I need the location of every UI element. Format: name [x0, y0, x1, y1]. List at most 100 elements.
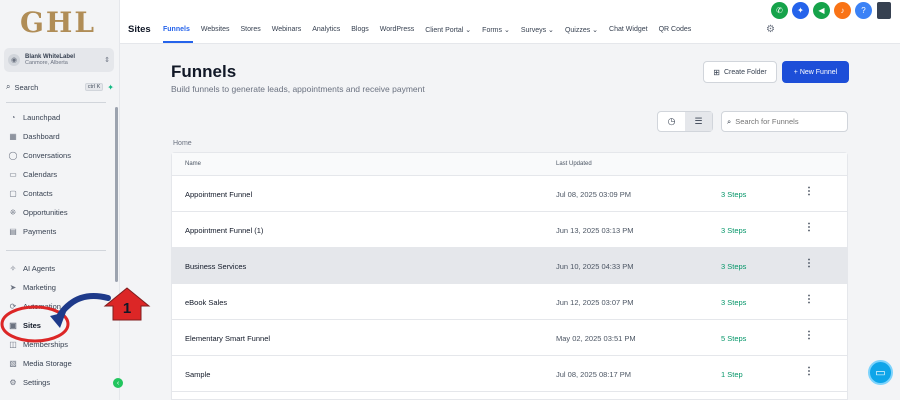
tab-chat-widget[interactable]: Chat Widget [609, 26, 648, 34]
funnel-name[interactable]: Appointment Funnel (1) [185, 226, 263, 235]
new-funnel-button[interactable]: + New Funnel [782, 61, 849, 83]
funnel-updated: May 02, 2025 03:51 PM [556, 334, 636, 343]
table-row[interactable]: eBook Sales Jun 12, 2025 03:07 PM 3 Step… [172, 284, 847, 320]
more-options-icon[interactable]: ⋮ [804, 186, 814, 197]
list-view-icon[interactable]: ☰ [685, 112, 712, 131]
sidebar-item-ai-agents[interactable]: ✧ AI Agents [8, 261, 55, 275]
sidebar-item-label: Conversations [23, 150, 71, 160]
sidebar-item-payments[interactable]: ▤ Payments [8, 224, 56, 238]
more-options-icon[interactable]: ⋮ [804, 222, 814, 233]
help-icon[interactable]: ? [855, 2, 872, 19]
brand-logo[interactable]: GHL [20, 6, 96, 39]
search-shortcut-badge: ctrl K [84, 83, 104, 91]
funnel-name[interactable]: Appointment Funnel [185, 190, 252, 199]
collapse-sidebar-icon[interactable]: ‹ [113, 378, 123, 388]
sidebar-item-sites[interactable]: ▣ Sites [8, 318, 41, 332]
user-avatar[interactable] [877, 2, 891, 19]
sidebar-scrollbar[interactable] [115, 107, 118, 282]
funnel-updated: Jun 12, 2025 03:07 PM [556, 298, 634, 307]
sidebar-search[interactable]: ⌕ Search ctrl K ✦ [6, 81, 114, 93]
tab-analytics[interactable]: Analytics [312, 26, 340, 34]
notification-bell-icon[interactable]: ♪ [834, 2, 851, 19]
memberships-icon: ◫ [9, 339, 17, 349]
tab-stores[interactable]: Stores [241, 26, 261, 34]
tab-forms[interactable]: Forms ⌄ [482, 26, 510, 34]
settings-gear-icon[interactable]: ⚙ [766, 24, 775, 35]
funnel-updated: Jun 13, 2025 03:13 PM [556, 226, 634, 235]
sidebar-item-launchpad[interactable]: ◔ Launchpad [8, 110, 61, 124]
sidebar-item-label: Settings [23, 377, 51, 387]
tab-blogs[interactable]: Blogs [351, 26, 369, 34]
more-options-icon[interactable]: ⋮ [804, 366, 814, 377]
sidebar-item-label: Payments [23, 226, 57, 236]
funnel-name[interactable]: Elementary Smart Funnel [185, 334, 270, 343]
sidebar-item-memberships[interactable]: ◫ Memberships [8, 337, 68, 351]
chevron-updown-icon: ⇕ [104, 57, 110, 64]
sidebar-item-automation[interactable]: ⟳ Automation [8, 299, 61, 313]
active-tab-indicator [163, 41, 193, 43]
tab-client-portal[interactable]: Client Portal ⌄ [425, 26, 471, 34]
tab-surveys[interactable]: Surveys ⌄ [521, 26, 554, 34]
table-row[interactable]: Elementary Smart Funnel May 02, 2025 03:… [172, 320, 847, 356]
sidebar-item-marketing[interactable]: ➤ Marketing [8, 280, 56, 294]
tab-wordpress[interactable]: WordPress [380, 26, 415, 34]
sidebar-item-label: Contacts [23, 188, 53, 198]
funnel-search[interactable]: ⌕ [721, 111, 848, 132]
funnel-name[interactable]: eBook Sales [185, 298, 227, 307]
sidebar-item-conversations[interactable]: ◯ Conversations [8, 148, 71, 162]
funnels-table: Name Last Updated Appointment Funnel Jul… [171, 152, 848, 400]
sidebar-item-label: Dashboard [23, 131, 60, 141]
table-row[interactable]: Business Services Jun 10, 2025 04:33 PM … [172, 248, 847, 284]
tab-quizzes[interactable]: Quizzes ⌄ [565, 26, 598, 34]
funnel-search-input[interactable] [735, 117, 836, 126]
tab-qr-codes[interactable]: QR Codes [659, 26, 692, 34]
quick-action-icon[interactable]: ✦ [107, 83, 114, 92]
media-storage-icon: ▧ [9, 358, 17, 368]
sidebar-item-contacts[interactable]: ▢ Contacts [8, 186, 53, 200]
dashboard-icon: ▦ [9, 131, 17, 141]
more-options-icon[interactable]: ⋮ [804, 294, 814, 305]
column-header-last-updated[interactable]: Last Updated [556, 161, 592, 167]
sidebar-item-label: Marketing [23, 282, 56, 292]
top-navigation-bar: Sites Funnels Websites Stores Webinars A… [120, 0, 900, 44]
create-folder-label: Create Folder [723, 68, 767, 76]
chat-support-icon[interactable]: ▭ [868, 360, 893, 385]
table-row[interactable]: Appointment Funnel (1) Jun 13, 2025 03:1… [172, 212, 847, 248]
breadcrumb[interactable]: Home [173, 140, 192, 147]
sidebar-item-opportunities[interactable]: ⁜ Opportunities [8, 205, 68, 219]
tab-websites[interactable]: Websites [201, 26, 230, 34]
section-title: Sites [128, 24, 151, 35]
sidebar-item-label: Automation [23, 301, 61, 311]
funnel-name[interactable]: Business Services [185, 262, 246, 271]
more-options-icon[interactable]: ⋮ [804, 330, 814, 341]
chat-bubble-icon: ◯ [8, 150, 18, 160]
table-row[interactable]: Sample Jul 08, 2025 08:17 PM 1 Step ⋮ [172, 356, 847, 392]
contacts-icon: ▢ [9, 188, 17, 198]
column-header-name[interactable]: Name [185, 161, 201, 167]
phone-icon[interactable]: ✆ [771, 2, 788, 19]
sidebar-item-settings[interactable]: ⚙ Settings [8, 375, 50, 389]
sidebar-item-dashboard[interactable]: ▦ Dashboard [8, 129, 60, 143]
tab-funnels[interactable]: Funnels [163, 26, 190, 34]
table-row[interactable]: Appointment Funnel Jul 08, 2025 03:09 PM… [172, 176, 847, 212]
magic-wand-icon[interactable]: ✦ [792, 2, 809, 19]
sidebar-item-calendars[interactable]: ▭ Calendars [8, 167, 57, 181]
page-title: Funnels [171, 62, 237, 81]
megaphone-icon[interactable]: ◀ [813, 2, 830, 19]
payments-icon: ▤ [9, 226, 17, 236]
create-folder-button[interactable]: ⊞ Create Folder [703, 61, 777, 83]
automation-icon: ⟳ [9, 301, 17, 311]
sidebar-item-label: Media Storage [23, 358, 72, 368]
tab-webinars[interactable]: Webinars [272, 26, 301, 34]
funnel-steps: 3 Steps [721, 262, 747, 271]
funnel-updated: Jul 08, 2025 03:09 PM [556, 190, 632, 199]
sidebar-search-label: Search [14, 82, 39, 92]
sidebar-item-media-storage[interactable]: ▧ Media Storage [8, 356, 72, 370]
sidebar-item-label: Memberships [23, 339, 69, 349]
recent-clock-icon[interactable]: ◷ [658, 112, 685, 131]
more-options-icon[interactable]: ⋮ [804, 258, 814, 269]
funnel-name[interactable]: Sample [185, 370, 210, 379]
account-location: Canmore, Alberta [25, 60, 68, 66]
account-switcher[interactable]: ◉ Blank WhiteLabel Canmore, Alberta ⇕ [4, 48, 114, 72]
send-icon: ➤ [9, 282, 17, 292]
